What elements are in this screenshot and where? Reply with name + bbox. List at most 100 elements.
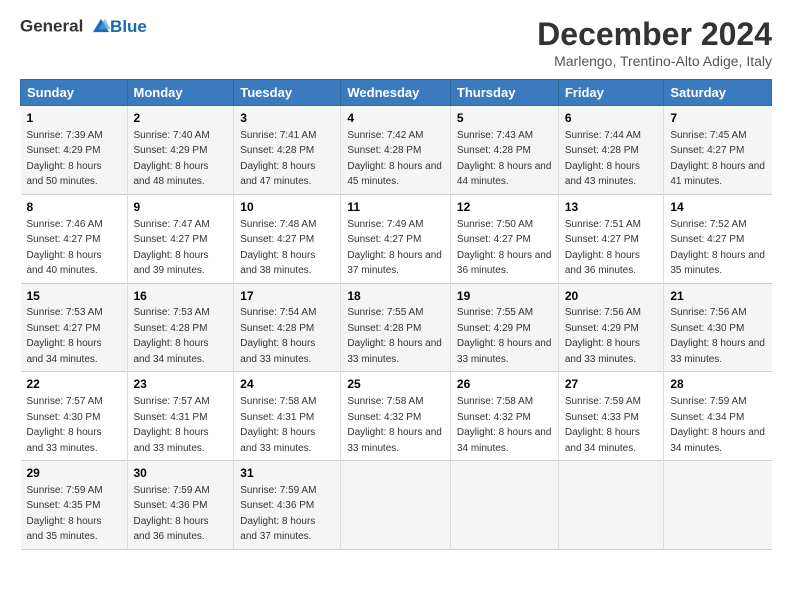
day-number: 25: [347, 376, 444, 393]
header: General Blue December 2024 Marlengo, Tre…: [20, 16, 772, 69]
day-info: Sunrise: 7:51 AMSunset: 4:27 PMDaylight:…: [565, 219, 641, 277]
day-number: 1: [27, 110, 121, 127]
day-number: 7: [670, 110, 765, 127]
logo-icon: [90, 16, 112, 38]
col-header-thursday: Thursday: [450, 80, 558, 106]
day-number: 30: [134, 465, 228, 482]
calendar-cell: 10 Sunrise: 7:48 AMSunset: 4:27 PMDayligh…: [234, 194, 341, 283]
calendar-cell: 11 Sunrise: 7:49 AMSunset: 4:27 PMDayligh…: [341, 194, 451, 283]
day-number: 4: [347, 110, 444, 127]
calendar-cell: 8 Sunrise: 7:46 AMSunset: 4:27 PMDaylight…: [21, 194, 128, 283]
day-number: 23: [134, 376, 228, 393]
day-number: 24: [240, 376, 334, 393]
calendar-cell: 1 Sunrise: 7:39 AMSunset: 4:29 PMDaylight…: [21, 106, 128, 195]
location-subtitle: Marlengo, Trentino-Alto Adige, Italy: [537, 53, 772, 69]
day-info: Sunrise: 7:59 AMSunset: 4:36 PMDaylight:…: [240, 485, 316, 543]
day-number: 17: [240, 288, 334, 305]
calendar-cell: 7 Sunrise: 7:45 AMSunset: 4:27 PMDaylight…: [664, 106, 772, 195]
calendar-cell: 27 Sunrise: 7:59 AMSunset: 4:33 PMDayligh…: [558, 372, 664, 461]
day-number: 8: [27, 199, 121, 216]
day-info: Sunrise: 7:42 AMSunset: 4:28 PMDaylight:…: [347, 130, 442, 188]
col-header-wednesday: Wednesday: [341, 80, 451, 106]
day-number: 9: [134, 199, 228, 216]
calendar-cell: 20Sunrise: 7:56 AMSunset: 4:29 PMDayligh…: [558, 283, 664, 372]
calendar-cell: 22Sunrise: 7:57 AMSunset: 4:30 PMDayligh…: [21, 372, 128, 461]
calendar-cell: 5 Sunrise: 7:43 AMSunset: 4:28 PMDaylight…: [450, 106, 558, 195]
day-info: Sunrise: 7:58 AMSunset: 4:32 PMDaylight:…: [457, 396, 552, 454]
calendar-cell: [450, 461, 558, 550]
calendar-cell: 26 Sunrise: 7:58 AMSunset: 4:32 PMDayligh…: [450, 372, 558, 461]
page: General Blue December 2024 Marlengo, Tre…: [0, 0, 792, 560]
logo-general: General: [20, 16, 83, 35]
col-header-monday: Monday: [127, 80, 234, 106]
day-number: 5: [457, 110, 552, 127]
day-number: 11: [347, 199, 444, 216]
day-info: Sunrise: 7:53 AMSunset: 4:28 PMDaylight:…: [134, 307, 210, 365]
calendar-cell: [341, 461, 451, 550]
calendar-cell: 4 Sunrise: 7:42 AMSunset: 4:28 PMDaylight…: [341, 106, 451, 195]
day-number: 28: [670, 376, 765, 393]
day-number: 15: [27, 288, 121, 305]
calendar-cell: 31 Sunrise: 7:59 AMSunset: 4:36 PMDayligh…: [234, 461, 341, 550]
day-info: Sunrise: 7:44 AMSunset: 4:28 PMDaylight:…: [565, 130, 641, 188]
logo-blue: Blue: [110, 18, 147, 37]
calendar-cell: [664, 461, 772, 550]
calendar-cell: 2 Sunrise: 7:40 AMSunset: 4:29 PMDaylight…: [127, 106, 234, 195]
day-number: 16: [134, 288, 228, 305]
day-info: Sunrise: 7:59 AMSunset: 4:34 PMDaylight:…: [670, 396, 765, 454]
calendar-cell: 29 Sunrise: 7:59 AMSunset: 4:35 PMDayligh…: [21, 461, 128, 550]
day-info: Sunrise: 7:59 AMSunset: 4:35 PMDaylight:…: [27, 485, 103, 543]
day-number: 27: [565, 376, 658, 393]
calendar-cell: 13 Sunrise: 7:51 AMSunset: 4:27 PMDayligh…: [558, 194, 664, 283]
header-row: SundayMondayTuesdayWednesdayThursdayFrid…: [21, 80, 772, 106]
calendar-cell: 24Sunrise: 7:58 AMSunset: 4:31 PMDayligh…: [234, 372, 341, 461]
day-info: Sunrise: 7:39 AMSunset: 4:29 PMDaylight:…: [27, 130, 103, 188]
week-row-5: 29 Sunrise: 7:59 AMSunset: 4:35 PMDayligh…: [21, 461, 772, 550]
day-info: Sunrise: 7:54 AMSunset: 4:28 PMDaylight:…: [240, 307, 316, 365]
day-number: 12: [457, 199, 552, 216]
day-info: Sunrise: 7:43 AMSunset: 4:28 PMDaylight:…: [457, 130, 552, 188]
day-info: Sunrise: 7:46 AMSunset: 4:27 PMDaylight:…: [27, 219, 103, 277]
week-row-2: 8 Sunrise: 7:46 AMSunset: 4:27 PMDaylight…: [21, 194, 772, 283]
day-number: 3: [240, 110, 334, 127]
col-header-tuesday: Tuesday: [234, 80, 341, 106]
calendar-cell: 14Sunrise: 7:52 AMSunset: 4:27 PMDayligh…: [664, 194, 772, 283]
col-header-saturday: Saturday: [664, 80, 772, 106]
day-info: Sunrise: 7:56 AMSunset: 4:29 PMDaylight:…: [565, 307, 641, 365]
week-row-3: 15 Sunrise: 7:53 AMSunset: 4:27 PMDayligh…: [21, 283, 772, 372]
calendar-cell: 16 Sunrise: 7:53 AMSunset: 4:28 PMDayligh…: [127, 283, 234, 372]
day-info: Sunrise: 7:59 AMSunset: 4:33 PMDaylight:…: [565, 396, 641, 454]
title-section: December 2024 Marlengo, Trentino-Alto Ad…: [537, 16, 772, 69]
day-number: 14: [670, 199, 765, 216]
day-number: 29: [27, 465, 121, 482]
day-info: Sunrise: 7:55 AMSunset: 4:28 PMDaylight:…: [347, 307, 442, 365]
week-row-4: 22Sunrise: 7:57 AMSunset: 4:30 PMDayligh…: [21, 372, 772, 461]
logo: General Blue: [20, 16, 147, 38]
day-info: Sunrise: 7:45 AMSunset: 4:27 PMDaylight:…: [670, 130, 765, 188]
calendar-cell: 25 Sunrise: 7:58 AMSunset: 4:32 PMDayligh…: [341, 372, 451, 461]
calendar-cell: [558, 461, 664, 550]
day-info: Sunrise: 7:40 AMSunset: 4:29 PMDaylight:…: [134, 130, 210, 188]
day-number: 13: [565, 199, 658, 216]
day-number: 31: [240, 465, 334, 482]
calendar-cell: 15 Sunrise: 7:53 AMSunset: 4:27 PMDayligh…: [21, 283, 128, 372]
day-info: Sunrise: 7:57 AMSunset: 4:31 PMDaylight:…: [134, 396, 210, 454]
day-number: 2: [134, 110, 228, 127]
day-info: Sunrise: 7:50 AMSunset: 4:27 PMDaylight:…: [457, 219, 552, 277]
day-number: 19: [457, 288, 552, 305]
day-info: Sunrise: 7:58 AMSunset: 4:32 PMDaylight:…: [347, 396, 442, 454]
calendar-cell: 3 Sunrise: 7:41 AMSunset: 4:28 PMDaylight…: [234, 106, 341, 195]
calendar-cell: 21Sunrise: 7:56 AMSunset: 4:30 PMDayligh…: [664, 283, 772, 372]
calendar-cell: 28 Sunrise: 7:59 AMSunset: 4:34 PMDayligh…: [664, 372, 772, 461]
day-info: Sunrise: 7:49 AMSunset: 4:27 PMDaylight:…: [347, 219, 442, 277]
day-number: 10: [240, 199, 334, 216]
day-info: Sunrise: 7:53 AMSunset: 4:27 PMDaylight:…: [27, 307, 103, 365]
month-title: December 2024: [537, 16, 772, 53]
day-number: 22: [27, 376, 121, 393]
day-info: Sunrise: 7:48 AMSunset: 4:27 PMDaylight:…: [240, 219, 316, 277]
day-number: 26: [457, 376, 552, 393]
day-info: Sunrise: 7:41 AMSunset: 4:28 PMDaylight:…: [240, 130, 316, 188]
day-info: Sunrise: 7:55 AMSunset: 4:29 PMDaylight:…: [457, 307, 552, 365]
day-number: 21: [670, 288, 765, 305]
day-number: 6: [565, 110, 658, 127]
